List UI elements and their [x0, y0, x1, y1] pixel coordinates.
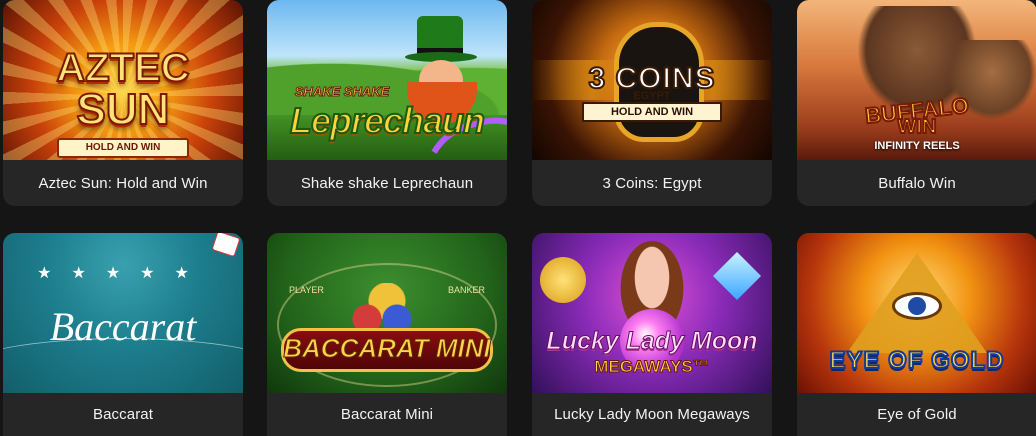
game-logo-subtitle: MEGAWAYS™	[594, 357, 711, 377]
game-logo-subtitle: EGYPT	[633, 90, 671, 102]
game-thumbnail[interactable]: Lucky Lady Moon MEGAWAYS™	[532, 233, 772, 393]
game-thumbnail[interactable]: 3 COINS EGYPT HOLD AND WIN	[532, 0, 772, 160]
playing-card-icon	[212, 233, 240, 256]
diamond-icon	[712, 251, 762, 301]
game-title: Buffalo Win	[878, 174, 956, 192]
player-label: PLAYER	[289, 285, 324, 295]
game-logo-text: EYE OF GOLD	[828, 346, 1005, 375]
game-logo-subtitle: SHAKE SHAKE	[294, 84, 390, 100]
game-title: Lucky Lady Moon Megaways	[554, 406, 750, 423]
game-card-buffalo-win[interactable]: BUFFALO WIN INFINITY REELS Buffalo Win	[797, 0, 1036, 206]
game-card-baccarat[interactable]: ★★★★★ Baccarat Baccarat	[3, 233, 243, 436]
game-title: Eye of Gold	[877, 406, 957, 423]
game-card-baccarat-mini[interactable]: PLAYER BANKER BACCARAT MINI Baccarat Min…	[267, 233, 507, 436]
game-thumbnail[interactable]: BUFFALO WIN INFINITY REELS	[797, 0, 1036, 160]
game-card-lucky-lady-moon-megaways[interactable]: Lucky Lady Moon MEGAWAYS™ Lucky Lady Moo…	[532, 233, 772, 436]
eye-pupil-icon	[908, 297, 926, 315]
game-title: Aztec Sun: Hold and Win	[38, 174, 208, 192]
game-logo-text: Lucky Lady Moon	[546, 327, 758, 356]
stars-decoration: ★★★★★	[37, 265, 209, 282]
game-logo-text: SUN	[76, 85, 171, 134]
game-grid: AZTEC SUN HOLD AND WIN Aztec Sun: Hold a…	[0, 0, 1036, 436]
game-thumbnail[interactable]: AZTEC SUN HOLD AND WIN	[3, 0, 243, 160]
game-thumbnail[interactable]: EYE OF GOLD	[797, 233, 1036, 393]
game-card-shake-shake-leprechaun[interactable]: SHAKE SHAKE Leprechaun Shake shake Lepre…	[267, 0, 507, 206]
game-title: 3 Coins: Egypt	[602, 174, 702, 192]
gold-coin-icon	[540, 257, 586, 303]
game-card-eye-of-gold[interactable]: EYE OF GOLD Eye of Gold	[797, 233, 1036, 436]
game-logo-text: BACCARAT MINI	[283, 333, 492, 364]
game-logo-subtitle: INFINITY REELS	[874, 140, 960, 152]
game-card-aztec-sun[interactable]: AZTEC SUN HOLD AND WIN Aztec Sun: Hold a…	[3, 0, 243, 206]
game-logo-text: Baccarat	[49, 304, 197, 349]
game-logo-subtitle: HOLD AND WIN	[57, 138, 189, 158]
game-thumbnail[interactable]: PLAYER BANKER BACCARAT MINI	[267, 233, 507, 393]
game-logo-badge: HOLD AND WIN	[582, 102, 722, 122]
game-logo-text: AZTEC	[55, 46, 190, 90]
game-logo-text: WIN	[897, 115, 938, 139]
game-thumbnail[interactable]: ★★★★★ Baccarat	[3, 233, 243, 393]
game-title: Baccarat Mini	[340, 406, 434, 423]
game-thumbnail[interactable]: SHAKE SHAKE Leprechaun	[267, 0, 507, 160]
game-card-3-coins-egypt[interactable]: 3 COINS EGYPT HOLD AND WIN 3 Coins: Egyp…	[532, 0, 772, 206]
game-title: Baccarat	[93, 406, 153, 423]
game-title: Shake shake Leprechaun	[300, 174, 474, 192]
banker-label: BANKER	[447, 285, 485, 295]
game-logo-text: Leprechaun	[289, 99, 486, 142]
leprechaun-hat-icon	[417, 16, 463, 56]
